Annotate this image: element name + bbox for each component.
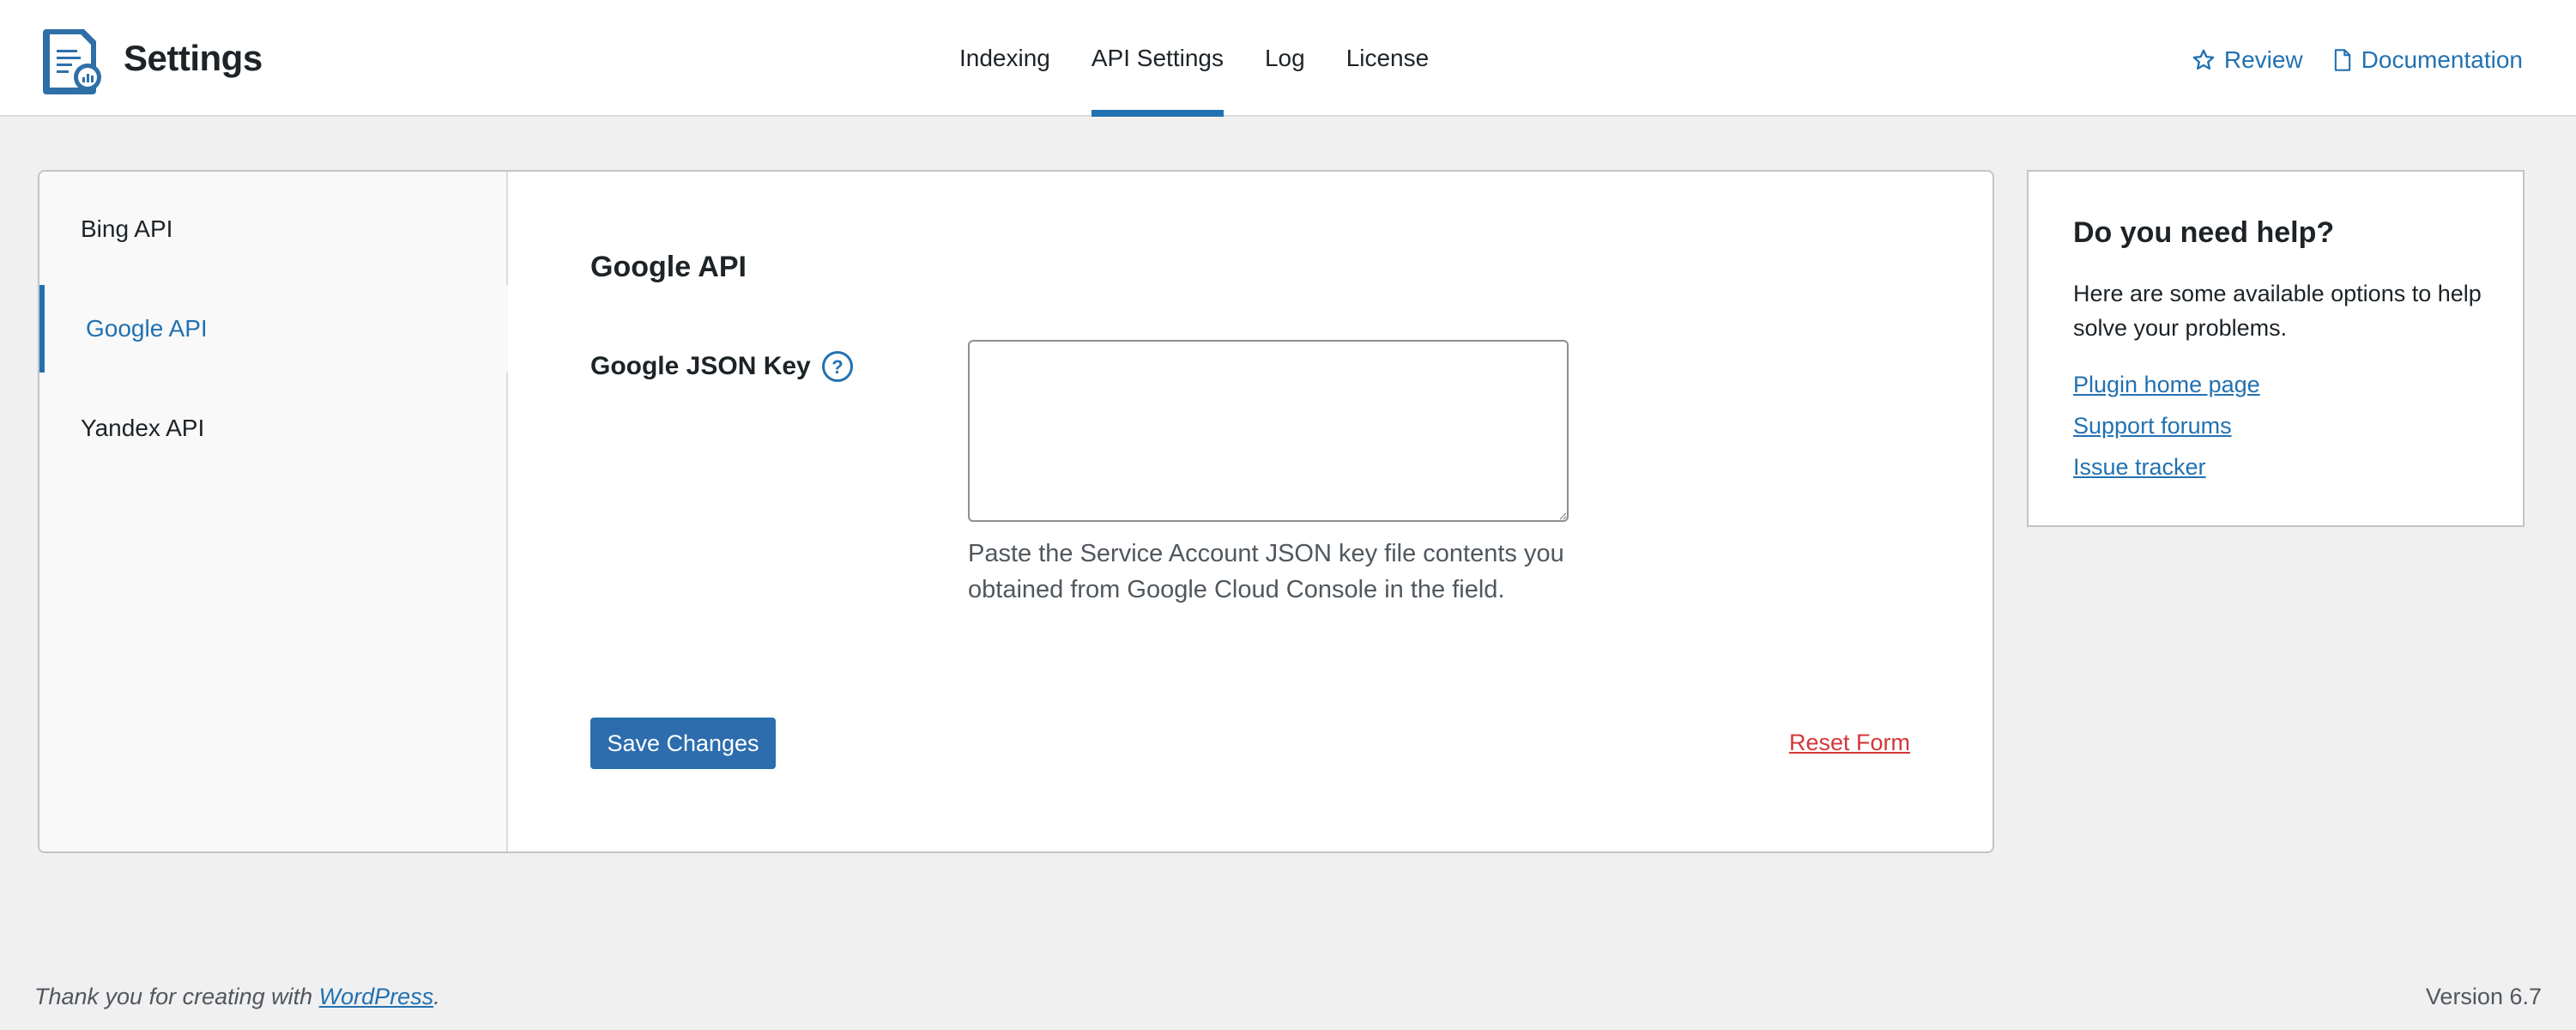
tab-license[interactable]: License (1346, 0, 1430, 117)
plugin-home-page-link[interactable]: Plugin home page (2073, 364, 2260, 405)
footer-thanks: Thank you for creating with WordPress. (34, 984, 440, 1010)
question-mark-icon[interactable]: ? (821, 350, 854, 383)
page-icon (2334, 49, 2350, 71)
help-card: Do you need help? Here are some availabl… (2027, 170, 2525, 527)
sidebar-item-google-api[interactable]: Google API (39, 285, 508, 373)
star-icon (2192, 49, 2215, 70)
documentation-link[interactable]: Documentation (2332, 46, 2523, 74)
footer-version: Version 6.7 (2425, 984, 2542, 1009)
field-description: Paste the Service Account JSON key file … (968, 540, 1564, 603)
documentation-label: Documentation (2361, 46, 2523, 73)
help-links: Plugin home page Support forums Issue tr… (2073, 364, 2260, 488)
google-json-key-label: Google JSON Key ? (590, 350, 854, 383)
sidebar-item-yandex-api[interactable]: Yandex API (39, 385, 508, 472)
tab-log[interactable]: Log (1265, 0, 1305, 117)
header-links: Review Documentation (2162, 46, 2523, 74)
top-nav: Indexing API Settings Log License (959, 0, 1470, 117)
api-sidebar: Bing API Google API Yandex API (39, 172, 508, 851)
help-title: Do you need help? (2073, 216, 2335, 249)
review-label: Review (2223, 46, 2303, 73)
section-title: Google API (590, 251, 747, 283)
footer-thanks-prefix: Thank you for creating with (34, 984, 319, 1009)
document-chart-search-icon (43, 29, 101, 94)
sidebar-item-bing-api[interactable]: Bing API (39, 185, 508, 273)
settings-card: Bing API Google API Yandex API Google AP… (38, 170, 1994, 853)
top-header: Settings Indexing API Settings Log Licen… (0, 0, 2576, 117)
help-text: Here are some available options to help … (2073, 281, 2482, 341)
tab-indexing[interactable]: Indexing (959, 0, 1050, 117)
page-title: Settings (124, 38, 263, 78)
issue-tracker-link[interactable]: Issue tracker (2073, 446, 2260, 488)
api-settings-content: Google API Google JSON Key ? Paste the S… (508, 172, 1992, 851)
wordpress-link[interactable]: WordPress (319, 984, 434, 1009)
footer-thanks-suffix: . (433, 984, 440, 1009)
google-json-key-field[interactable] (968, 340, 1569, 522)
review-link[interactable]: Review (2192, 46, 2303, 74)
field-label-text: Google JSON Key (590, 352, 811, 380)
save-changes-button[interactable]: Save Changes (590, 718, 776, 769)
reset-form-link[interactable]: Reset Form (1789, 730, 1910, 756)
tab-api-settings[interactable]: API Settings (1091, 0, 1225, 117)
support-forums-link[interactable]: Support forums (2073, 405, 2260, 446)
svg-text:?: ? (831, 356, 843, 378)
